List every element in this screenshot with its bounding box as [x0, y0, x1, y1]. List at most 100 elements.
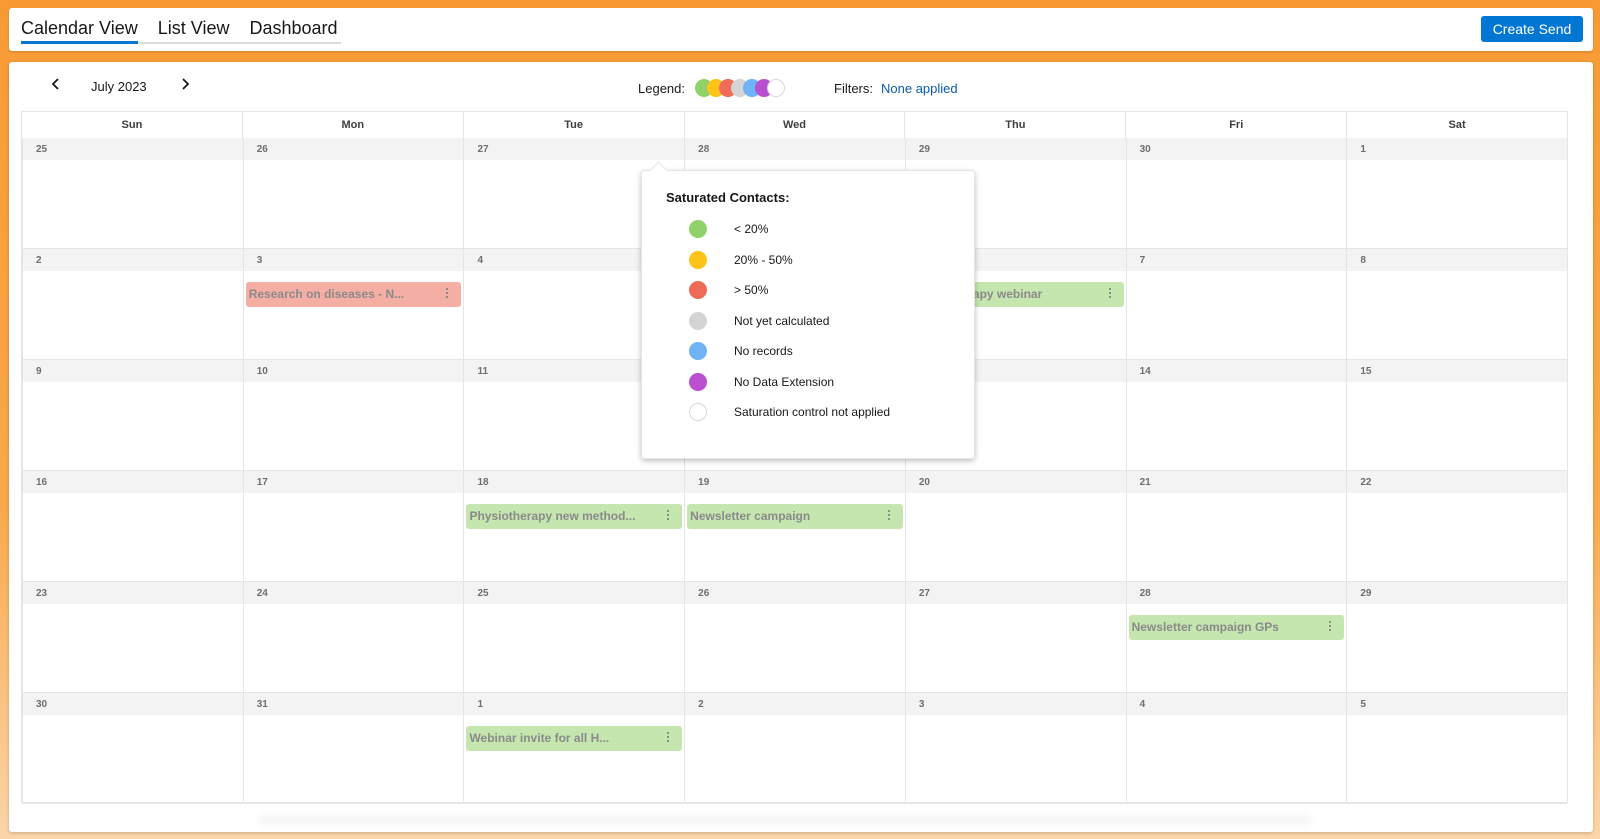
day-number: 25 [36, 144, 48, 155]
day-number: 29 [918, 144, 930, 155]
calendar-toolbar: July 2023 Legend: Filters: None applied [9, 62, 1593, 110]
dow-thu: Thu [904, 112, 1125, 138]
calendar-day-cell[interactable]: 28 Newsletter campaign GPs [1125, 582, 1347, 693]
day-number: 3 [256, 255, 263, 266]
calendar-day-cell[interactable]: 5 [1346, 693, 1568, 804]
calendar-day-cell[interactable]: 8 [1346, 249, 1568, 360]
previous-month-button[interactable] [46, 74, 66, 94]
calendar-day-cell[interactable]: 10 [242, 360, 464, 471]
legend-item-label: Not yet calculated [734, 313, 830, 328]
calendar-day-cell[interactable]: 2 [22, 249, 243, 360]
calendar-day-cell[interactable]: 24 [242, 582, 464, 693]
calendar-day-cell[interactable]: 18 Physiotherapy new method... [463, 471, 685, 582]
calendar-day-cell[interactable]: 17 [242, 471, 464, 582]
legend-label: Legend: [638, 81, 685, 96]
calendar-day-cell[interactable]: 19 Newsletter campaign [684, 471, 905, 582]
legend-item-label: < 20% [734, 222, 769, 236]
calendar-day-cell[interactable]: 31 [242, 693, 464, 804]
legend-item-label: 20% - 50% [734, 252, 793, 267]
event-menu-icon[interactable] [887, 510, 891, 522]
filters-link[interactable]: None applied [881, 81, 958, 96]
event-title: Webinar invite for all H... [469, 731, 610, 745]
event-menu-icon[interactable] [667, 732, 670, 744]
event-menu-icon[interactable] [1329, 621, 1332, 633]
legend-item-label: Saturation control not applied [734, 405, 891, 419]
legend-item-label: > 50% [734, 283, 769, 297]
event-title: Research on diseases - N... [248, 287, 405, 301]
legend-item: < 20% [689, 219, 768, 239]
day-number: 26 [698, 588, 710, 599]
calendar-day-cell[interactable]: 3 [904, 693, 1126, 804]
legend-color-dot [689, 281, 707, 299]
next-month-button[interactable] [175, 74, 195, 94]
dow-sun: Sun [121, 119, 143, 131]
calendar-day-cell[interactable]: 7 [1125, 249, 1347, 360]
legend-color-dot [689, 372, 707, 391]
day-number: 25 [477, 588, 489, 599]
calendar-event[interactable]: Newsletter campaign [687, 504, 903, 529]
calendar-day-cell[interactable]: 21 [1125, 471, 1347, 582]
calendar-day-cell[interactable]: 2 [684, 693, 905, 804]
legend-color-dot [689, 403, 707, 421]
calendar-day-cell[interactable]: 3 Research on diseases - N... [242, 249, 464, 360]
dow-tue: Tue [462, 112, 684, 138]
event-title: Newsletter campaign [690, 509, 811, 523]
calendar-day-cell[interactable]: 30 [22, 693, 243, 804]
day-number: 27 [918, 588, 930, 599]
calendar-day-cell[interactable]: 4 [1125, 693, 1347, 804]
calendar-day-cell[interactable]: 26 [684, 582, 905, 693]
tab-dashboard[interactable]: Dashboard [249, 18, 337, 42]
day-number: 26 [256, 144, 268, 155]
calendar-day-cell[interactable]: 29 [1346, 582, 1568, 693]
dow-fri: Fri [1125, 112, 1346, 138]
calendar-day-cell[interactable]: 15 [1346, 360, 1568, 471]
day-number: 21 [1139, 477, 1151, 488]
calendar-event[interactable]: Research on diseases - N... [245, 282, 462, 307]
legend-item: No records [689, 341, 793, 361]
day-number: 3 [918, 699, 925, 710]
day-number: 15 [1360, 366, 1372, 377]
event-menu-icon[interactable] [446, 288, 449, 300]
legend-popover: Saturated Contacts: < 20% 20% - 50% > 50% N… [641, 170, 975, 459]
tab-calendar-view[interactable]: Calendar View [21, 18, 138, 44]
legend-item-label: No Data Extension [734, 374, 835, 389]
calendar-day-cell[interactable]: 1 Webinar invite for all H... [463, 693, 685, 804]
calendar-event[interactable]: Webinar invite for all H... [466, 726, 683, 751]
calendar-day-cell[interactable]: 26 [242, 138, 464, 249]
dow-wed: Wed [683, 112, 905, 138]
event-menu-icon[interactable] [667, 510, 670, 522]
day-number: 18 [477, 477, 489, 488]
legend-color-dot [689, 311, 707, 330]
day-number: 9 [36, 366, 42, 377]
calendar-event[interactable]: Physiotherapy new method... [466, 504, 683, 529]
calendar-day-cell[interactable]: 27 [904, 582, 1126, 693]
day-number: 30 [1139, 144, 1151, 155]
day-number: 28 [1139, 588, 1151, 599]
legend-color-dot [689, 220, 707, 238]
legend-item-label: No records [734, 344, 793, 358]
create-send-button[interactable]: Create Send [1481, 16, 1583, 42]
day-number: 4 [477, 255, 483, 266]
legend-item: No Data Extension [689, 372, 834, 392]
day-number: 30 [36, 699, 48, 710]
calendar-day-cell[interactable]: 30 [1125, 138, 1347, 249]
calendar-day-cell[interactable]: 25 [463, 582, 685, 693]
calendar-day-cell[interactable]: 23 [22, 582, 243, 693]
legend-toggle[interactable] [695, 79, 805, 99]
calendar-day-cell[interactable]: 25 [22, 138, 243, 249]
legend-popover-title: Saturated Contacts: [666, 190, 790, 205]
calendar-day-cell[interactable]: 9 [22, 360, 243, 471]
day-number: 1 [1360, 144, 1366, 155]
calendar-day-cell[interactable]: 20 [904, 471, 1126, 582]
event-menu-icon[interactable] [1108, 288, 1112, 300]
calendar-day-cell[interactable]: 1 [1346, 138, 1568, 249]
calendar-event[interactable]: Newsletter campaign GPs [1128, 615, 1345, 640]
event-title: Newsletter campaign GPs [1131, 620, 1279, 634]
calendar-day-cell[interactable]: 22 [1346, 471, 1568, 582]
day-number: 14 [1139, 366, 1151, 377]
calendar-week: 30 31 1 Webinar invite for all H... 2 3 4 5 [22, 693, 1568, 804]
calendar-day-cell[interactable]: 14 [1125, 360, 1347, 471]
calendar-day-cell[interactable]: 16 [22, 471, 243, 582]
tab-list-view[interactable]: List View [158, 18, 230, 42]
day-number: 24 [256, 588, 268, 599]
